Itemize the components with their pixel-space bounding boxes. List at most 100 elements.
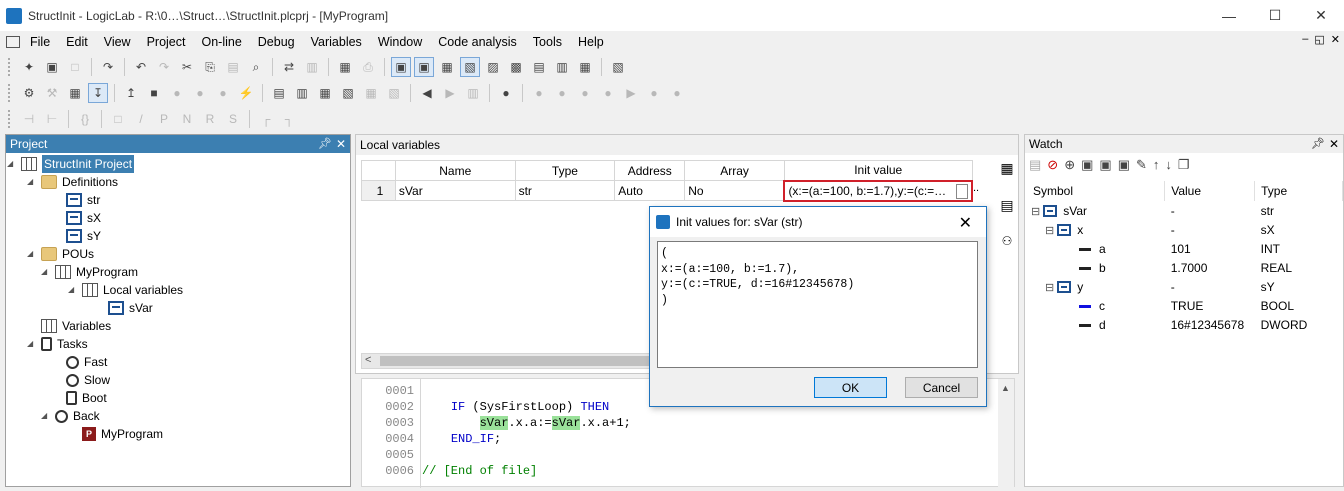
minimize-button[interactable]: — <box>1206 0 1252 31</box>
tree-item[interactable]: Fast <box>52 353 107 371</box>
column-header[interactable]: Address <box>614 160 686 181</box>
column-header[interactable]: Init value <box>783 160 973 181</box>
scrollbar-thumb[interactable] <box>380 356 660 366</box>
toolbar2-button-1-icon[interactable]: ⚒ <box>42 83 62 103</box>
menu-code-analysis[interactable]: Code analysis <box>430 31 525 53</box>
init-values-textarea[interactable]: ( x:=(a:=100, b:=1.7), y:=(c:=TRUE, d:=1… <box>657 241 978 368</box>
tree-item[interactable]: ◢ POUs <box>27 245 94 263</box>
toolbar2-button-9-icon[interactable]: ⚡ <box>236 83 256 103</box>
toolbar1-button-6-icon[interactable]: ✂ <box>177 57 197 77</box>
toolbar2-button-16-icon[interactable]: ◀ <box>417 83 437 103</box>
menu-view[interactable]: View <box>96 31 139 53</box>
toolbar-gripper[interactable] <box>8 58 12 76</box>
toolbar2-button-5-icon[interactable]: ■ <box>144 83 164 103</box>
watch-glasses-icon[interactable]: ⚇ <box>1002 234 1013 248</box>
close-button[interactable]: ✕ <box>1298 0 1344 31</box>
cell-array[interactable]: No <box>684 180 785 201</box>
vertical-scrollbar[interactable]: ▲ <box>998 379 1014 488</box>
toolbar2-button-17-icon[interactable]: ▶ <box>440 83 460 103</box>
grid-view-icon[interactable]: ▦ <box>1000 160 1013 177</box>
toolbar1-button-9-icon[interactable]: ⌕ <box>246 57 266 77</box>
toolbar2-button-2-icon[interactable]: ▦ <box>65 83 85 103</box>
tree-item[interactable]: Variables <box>27 317 111 335</box>
expand-toggle-icon[interactable]: ◢ <box>68 281 78 299</box>
toolbar1-button-1-icon[interactable]: ▣ <box>42 57 62 77</box>
toolbar3-button-3-icon[interactable]: □ <box>108 109 128 129</box>
toolbar1-button-15-icon[interactable]: ▣ <box>414 57 434 77</box>
tree-item[interactable]: sY <box>52 227 101 245</box>
ellipsis-button[interactable]: .. <box>973 182 979 194</box>
pin-icon[interactable]: 📌︎ <box>1311 135 1325 153</box>
column-header[interactable]: Array <box>684 160 785 181</box>
column-header[interactable]: Name <box>394 160 516 181</box>
watch-symbol-cell[interactable]: a <box>1027 239 1165 258</box>
toolbar2-button-26-icon[interactable]: ● <box>667 83 687 103</box>
toolbar2-button-18-icon[interactable]: ▥ <box>463 83 483 103</box>
pin-icon[interactable]: 📌︎ <box>318 135 332 153</box>
tree-item[interactable]: ◢ Back <box>41 407 100 425</box>
cell-type[interactable]: str <box>514 180 616 201</box>
toolbar2-button-8-icon[interactable]: ● <box>213 83 233 103</box>
tree-item[interactable]: sX <box>52 209 101 227</box>
toolbar1-button-21-icon[interactable]: ▥ <box>552 57 572 77</box>
watch-column-header[interactable]: Symbol <box>1027 181 1166 201</box>
toolbar2-button-14-icon[interactable]: ▦ <box>361 83 381 103</box>
cancel-button[interactable]: Cancel <box>905 377 978 398</box>
menu-help[interactable]: Help <box>570 31 612 53</box>
tree-item[interactable]: ◢ MyProgram <box>41 263 138 281</box>
toolbar2-button-21-icon[interactable]: ● <box>552 83 572 103</box>
column-header[interactable] <box>361 160 396 181</box>
toolbar1-button-18-icon[interactable]: ▨ <box>483 57 503 77</box>
toolbar3-button-5-icon[interactable]: P <box>154 109 174 129</box>
expand-toggle-icon[interactable]: ◢ <box>41 263 51 281</box>
toolbar2-button-0-icon[interactable]: ⚙ <box>19 83 39 103</box>
watch-window-icon[interactable]: ▣ <box>1081 157 1093 173</box>
toolbar3-button-2-icon[interactable]: {} <box>75 109 95 129</box>
toolbar3-button-10-icon[interactable]: ┐ <box>279 109 299 129</box>
toolbar2-button-3-icon[interactable]: ↧ <box>88 83 108 103</box>
toolbar1-button-16-icon[interactable]: ▦ <box>437 57 457 77</box>
watch-row[interactable]: ⊟ x - sX <box>1027 220 1343 239</box>
scroll-up-icon[interactable]: ▲ <box>1001 383 1010 393</box>
tree-item[interactable]: ◢ StructInit Project <box>7 155 135 173</box>
collapse-icon[interactable]: ⊟ <box>1045 225 1054 237</box>
toolbar2-button-25-icon[interactable]: ● <box>644 83 664 103</box>
remove-symbol-icon[interactable]: ⊘ <box>1047 157 1058 173</box>
cell-name[interactable]: sVar <box>394 180 516 201</box>
toolbar2-button-15-icon[interactable]: ▧ <box>384 83 404 103</box>
code-line[interactable]: 0006 // [End of file] <box>362 463 1002 479</box>
toolbar2-button-10-icon[interactable]: ▤ <box>269 83 289 103</box>
maximize-button[interactable]: ☐ <box>1252 0 1298 31</box>
menu-debug[interactable]: Debug <box>250 31 303 53</box>
watch-column-header[interactable]: Value <box>1164 181 1256 201</box>
tree-item[interactable]: str <box>52 191 100 209</box>
toolbar1-button-10-icon[interactable]: ⇄ <box>279 57 299 77</box>
toolbar1-button-13-icon[interactable]: ⎙ <box>358 57 378 77</box>
menu-project[interactable]: Project <box>139 31 194 53</box>
clear-icon[interactable]: ✎ <box>1136 157 1147 173</box>
code-line[interactable]: 0005 <box>362 447 1002 463</box>
cell-init[interactable]: (x:=(a:=100, b:=1.7),y:=(c:=… <box>783 179 973 202</box>
watch-symbol-cell[interactable]: ⊟ sVar <box>1027 201 1165 220</box>
mdi-restore-button[interactable]: ◱ <box>1314 33 1324 46</box>
toolbar1-button-0-icon[interactable]: ✦ <box>19 57 39 77</box>
column-header[interactable]: Type <box>514 160 616 181</box>
close-icon[interactable]: ✕ <box>1329 135 1339 153</box>
watch-column-header[interactable]: Type <box>1254 181 1343 201</box>
expand-toggle-icon[interactable]: ◢ <box>41 407 51 425</box>
toolbar2-button-13-icon[interactable]: ▧ <box>338 83 358 103</box>
code-line[interactable]: 0003 sVar.x.a:=sVar.x.a+1; <box>362 415 1002 431</box>
toolbar2-button-12-icon[interactable]: ▦ <box>315 83 335 103</box>
copy-icon[interactable]: ❐ <box>1178 157 1190 173</box>
toolbar1-button-4-icon[interactable]: ↶ <box>131 57 151 77</box>
watch-symbol-cell[interactable]: ⊟ y <box>1027 277 1165 296</box>
toolbar2-button-7-icon[interactable]: ● <box>190 83 210 103</box>
cell-num[interactable]: 1 <box>361 180 396 201</box>
add-symbol-icon[interactable]: ⊕ <box>1064 157 1075 173</box>
dialog-close-icon[interactable]: ✕ <box>959 213 972 233</box>
toolbar1-button-12-icon[interactable]: ▦ <box>335 57 355 77</box>
expand-toggle-icon[interactable]: ◢ <box>27 245 37 263</box>
text-view-icon[interactable]: ▤ <box>1000 197 1013 214</box>
mdi-close-button[interactable]: ✕ <box>1331 33 1340 46</box>
mdi-minimize-button[interactable]: – <box>1302 33 1308 46</box>
